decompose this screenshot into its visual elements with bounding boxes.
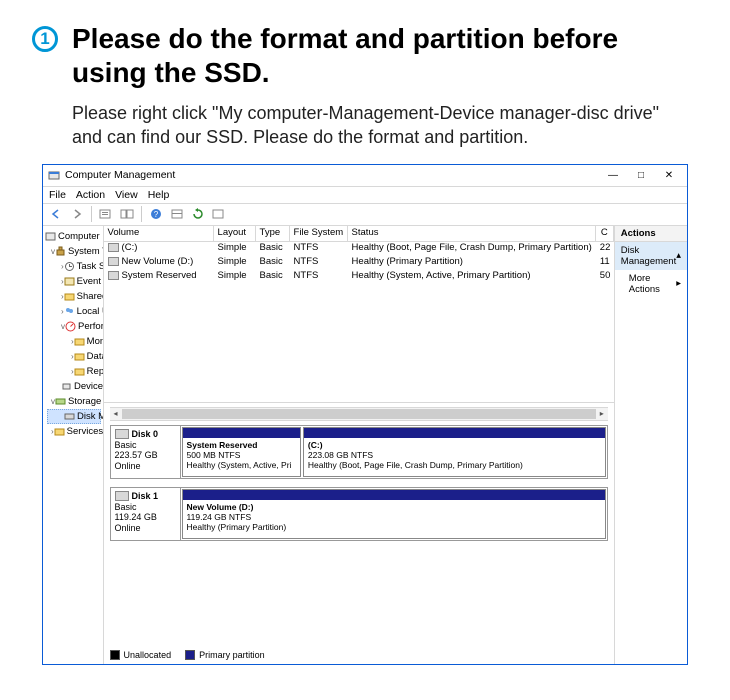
tree-disk-management[interactable]: Disk Management	[47, 409, 101, 424]
legend-unallocated-swatch	[110, 650, 120, 660]
svg-text:?: ?	[154, 210, 159, 219]
disk-graphical-view: ◂▸ Disk 0 Basic223.57 GBOnline System Re…	[104, 402, 614, 664]
col-volume[interactable]: Volume	[104, 226, 214, 241]
tree-system-tools[interactable]: vSystem Tools	[45, 244, 101, 259]
app-icon	[47, 168, 61, 182]
volume-table-body: (C:)SimpleBasicNTFSHealthy (Boot, Page F…	[104, 242, 614, 402]
disk-1-row[interactable]: Disk 1 Basic119.24 GBOnline New Volume (…	[110, 487, 608, 541]
menu-bar: File Action View Help	[43, 187, 687, 204]
tree-shared-folders[interactable]: ›Shared Folders	[45, 289, 101, 304]
tree-device-manager[interactable]: Device Manager	[45, 379, 101, 394]
tree-storage[interactable]: vStorage	[45, 394, 101, 409]
toolbar-icon[interactable]	[97, 205, 115, 223]
minimize-button[interactable]: —	[599, 165, 627, 185]
toolbar: ?	[43, 204, 687, 226]
horizontal-scrollbar[interactable]: ◂▸	[110, 407, 608, 421]
help-icon[interactable]: ?	[147, 205, 165, 223]
step-bullet: 1	[32, 26, 58, 52]
forward-button[interactable]	[68, 205, 86, 223]
tree-local-users[interactable]: ›Local Users and Groups	[45, 304, 101, 319]
col-capacity[interactable]: C	[596, 226, 614, 241]
partition-legend: Unallocated Primary partition	[110, 650, 265, 660]
tree-performance[interactable]: vPerformance	[45, 319, 101, 334]
refresh-icon[interactable]	[189, 205, 207, 223]
tree-event-viewer[interactable]: ›Event Viewer	[45, 274, 101, 289]
disk-0-header: Disk 0 Basic223.57 GBOnline	[111, 426, 181, 478]
disk-0-partition-2[interactable]: (C:)223.08 GB NTFSHealthy (Boot, Page Fi…	[303, 427, 606, 477]
screenshot-frame: Computer Management — □ ✕ File Action Vi…	[42, 164, 688, 665]
col-filesystem[interactable]: File System	[290, 226, 348, 241]
actions-header: Actions	[615, 226, 687, 242]
disk-0-partition-1[interactable]: System Reserved500 MB NTFSHealthy (Syste…	[182, 427, 301, 477]
menu-view[interactable]: View	[115, 189, 138, 201]
disk-1-partition-1[interactable]: New Volume (D:)119.24 GB NTFSHealthy (Pr…	[182, 489, 606, 539]
action-disk-management[interactable]: Disk Management▴	[615, 242, 687, 270]
volume-table-header: Volume Layout Type File System Status C	[104, 226, 614, 242]
menu-file[interactable]: File	[49, 189, 66, 201]
back-button[interactable]	[47, 205, 65, 223]
action-more-actions[interactable]: More Actions▸	[615, 270, 687, 298]
close-button[interactable]: ✕	[655, 165, 683, 185]
step-title: Please do the format and partition befor…	[72, 22, 698, 89]
menu-help[interactable]: Help	[148, 189, 170, 201]
window-title: Computer Management	[65, 169, 175, 181]
menu-action[interactable]: Action	[76, 189, 105, 201]
col-type[interactable]: Type	[256, 226, 290, 241]
tree-data-collector[interactable]: ›Data Collector Sets	[45, 349, 101, 364]
tree-task-scheduler[interactable]: ›Task Scheduler	[45, 259, 101, 274]
chevron-right-icon: ▸	[676, 278, 681, 289]
maximize-button[interactable]: □	[627, 165, 655, 185]
actions-pane: Actions Disk Management▴ More Actions▸	[614, 226, 687, 664]
col-layout[interactable]: Layout	[214, 226, 256, 241]
step-description: Please right click "My computer-Manageme…	[0, 97, 730, 164]
main-panel: Volume Layout Type File System Status C …	[104, 226, 614, 664]
toolbar-icon[interactable]	[210, 205, 228, 223]
col-status[interactable]: Status	[348, 226, 596, 241]
toolbar-icon[interactable]	[118, 205, 136, 223]
toolbar-icon[interactable]	[168, 205, 186, 223]
table-row[interactable]: System ReservedSimpleBasicNTFSHealthy (S…	[104, 270, 614, 284]
disk-1-header: Disk 1 Basic119.24 GBOnline	[111, 488, 181, 540]
collapse-icon: ▴	[676, 250, 681, 261]
tree-services[interactable]: ›Services and Applications	[45, 424, 101, 439]
disk-0-row[interactable]: Disk 0 Basic223.57 GBOnline System Reser…	[110, 425, 608, 479]
table-row[interactable]: New Volume (D:)SimpleBasicNTFSHealthy (P…	[104, 256, 614, 270]
table-row[interactable]: (C:)SimpleBasicNTFSHealthy (Boot, Page F…	[104, 242, 614, 256]
legend-primary-swatch	[185, 650, 195, 660]
tree-reports[interactable]: ›Reports	[45, 364, 101, 379]
title-bar: Computer Management — □ ✕	[43, 165, 687, 187]
tree-monitoring-tools[interactable]: ›Monitoring Tools	[45, 334, 101, 349]
tree-root[interactable]: Computer Management (Local	[45, 229, 101, 244]
nav-tree[interactable]: Computer Management (Local vSystem Tools…	[43, 226, 104, 664]
